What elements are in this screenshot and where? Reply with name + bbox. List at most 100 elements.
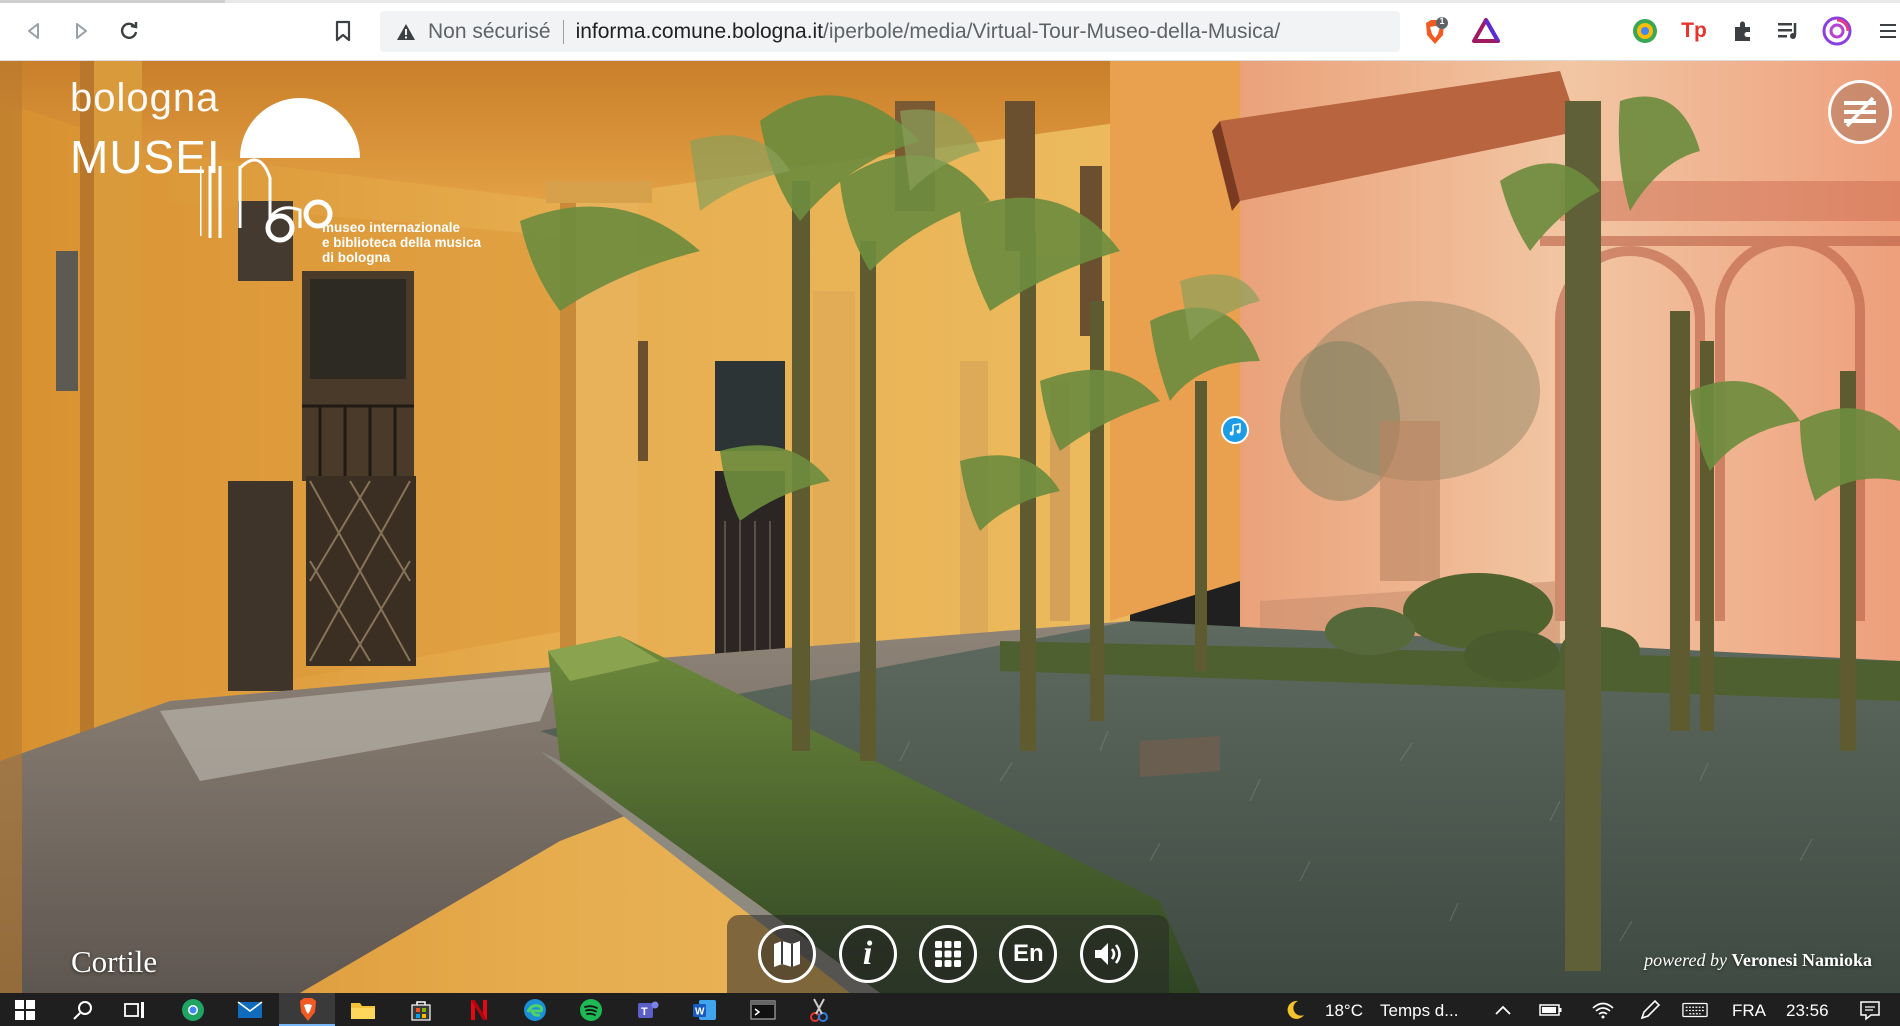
tray-keyboard[interactable] [1682,997,1708,1023]
brave-rewards-button[interactable] [1472,17,1500,45]
extension-tp-button[interactable]: Tp [1679,16,1709,46]
bookmark-button[interactable] [326,14,360,48]
input-language[interactable]: FRA [1732,1001,1766,1021]
scene-title: Cortile [71,944,158,979]
taskbar-app[interactable] [750,997,776,1023]
panorama-viewer[interactable]: bologna MUSEI museo internazionale e bib… [0,61,1900,993]
taskbar-app[interactable] [466,997,492,1023]
map-icon [774,941,801,967]
language-button[interactable]: En [999,925,1058,983]
back-icon [28,23,39,39]
reload-button[interactable] [112,14,146,48]
brave-shield-button[interactable]: 1 [1420,16,1448,45]
weather-temp[interactable]: 18°C [1325,1001,1363,1021]
powered-name: Veronesi Namioka [1731,950,1872,970]
taskbar-app[interactable]: W [692,997,718,1023]
powered-prefix: powered by [1644,950,1727,970]
playlist-button[interactable] [1774,16,1804,46]
url-text[interactable]: informa.comune.bologna.it/iperbole/media… [576,20,1281,44]
bookmark-icon [335,20,351,42]
forward-button[interactable] [64,14,98,48]
tab-strip [0,0,1900,3]
moon-icon [1287,1000,1304,1019]
search-icon [73,1001,92,1020]
warning-icon [397,23,415,40]
grid-icon [934,941,961,967]
volume-button[interactable] [1079,925,1138,983]
back-button[interactable] [17,14,51,48]
taskbar-app[interactable] [522,997,548,1023]
profile-icon [1822,16,1852,46]
windows-taskbar: T W 18°C Temps d... FRA 23:56 [0,993,1900,1026]
tab-indicator [0,0,225,3]
notification-icon [1860,1001,1880,1021]
taskbar-app[interactable]: T [635,997,661,1023]
clock-time[interactable]: 23:56 [1786,1001,1829,1021]
windows-start-icon [15,1000,35,1020]
terminal-icon [750,1000,776,1020]
notifications-button[interactable] [1857,997,1883,1023]
reload-icon [120,22,138,39]
browser-menu-button[interactable] [1873,16,1900,46]
logo-subtitle: museo internazionale e biblioteca della … [322,220,522,265]
taskbar-app[interactable] [350,997,376,1023]
menu-icon [1880,24,1896,38]
tray-wifi[interactable] [1590,997,1616,1023]
battery-icon [1539,1004,1562,1016]
forward-icon [76,23,87,39]
store-icon [411,1001,431,1021]
weather-text[interactable]: Temps d... [1380,1001,1458,1021]
taskbar-app[interactable] [237,997,263,1023]
map-button[interactable] [758,925,817,983]
menu-toggle-icon [1844,96,1876,128]
tray-pen[interactable] [1637,997,1663,1023]
extensions-puzzle-icon [1735,21,1750,41]
weather-widget[interactable] [1282,997,1308,1023]
security-label[interactable]: Non sécurisé [428,20,551,44]
powered-by[interactable]: powered by Veronesi Namioka [1644,950,1872,971]
spotify-icon [580,999,602,1021]
taskbar-app[interactable] [578,997,604,1023]
mail-icon [237,1001,263,1018]
extension-color-icon [1633,19,1657,43]
task-view-button[interactable] [122,997,148,1023]
grid-button[interactable] [918,925,977,983]
volume-icon [1094,943,1121,965]
browser-toolbar: Non sécurisé informa.comune.bologna.it/i… [0,0,1900,61]
language-label: En [1013,940,1044,967]
snipping-tool-icon [810,998,828,1022]
word-icon: W [693,1000,716,1020]
teams-icon: T [638,1001,659,1018]
netflix-icon [471,1000,487,1020]
brave-icon [300,998,316,1021]
tour-menu-button[interactable] [1828,80,1892,144]
profile-button[interactable] [1822,16,1852,46]
info-button[interactable]: i [838,925,897,983]
playlist-icon [1778,23,1797,39]
audio-hotspot[interactable] [1221,416,1249,444]
chevron-up-icon [1495,1005,1511,1015]
task-view-icon [124,1002,144,1018]
logo-subtitle-line: e biblioteca della musica [322,235,482,250]
url-path: /iperbole/media/Virtual-Tour-Museo-della… [823,19,1281,43]
address-bar[interactable]: Non sécurisé informa.comune.bologna.it/i… [380,11,1400,52]
taskbar-app[interactable] [180,997,206,1023]
start-button[interactable] [12,997,38,1023]
taskbar-app[interactable] [806,997,832,1023]
chrome-like-icon [182,999,204,1021]
logo-musei: MUSEI [70,131,221,183]
tray-battery[interactable] [1538,997,1564,1023]
tray-overflow-button[interactable] [1490,997,1516,1023]
logo-subtitle-line: museo internazionale [322,220,461,235]
svg-text:W: W [695,1007,705,1018]
search-button[interactable] [70,997,96,1023]
extensions-button[interactable] [1728,16,1758,46]
extension-color-button[interactable] [1630,16,1660,46]
logo-subtitle-line: di bologna [322,250,391,265]
info-icon: i [862,935,873,972]
museum-logo[interactable]: bologna MUSEI museo internazionale e bib… [70,76,510,276]
omnibox-separator [562,19,564,44]
url-host: informa.comune.bologna.it [575,19,824,43]
taskbar-app-brave[interactable] [295,997,321,1023]
taskbar-app[interactable] [408,997,434,1023]
